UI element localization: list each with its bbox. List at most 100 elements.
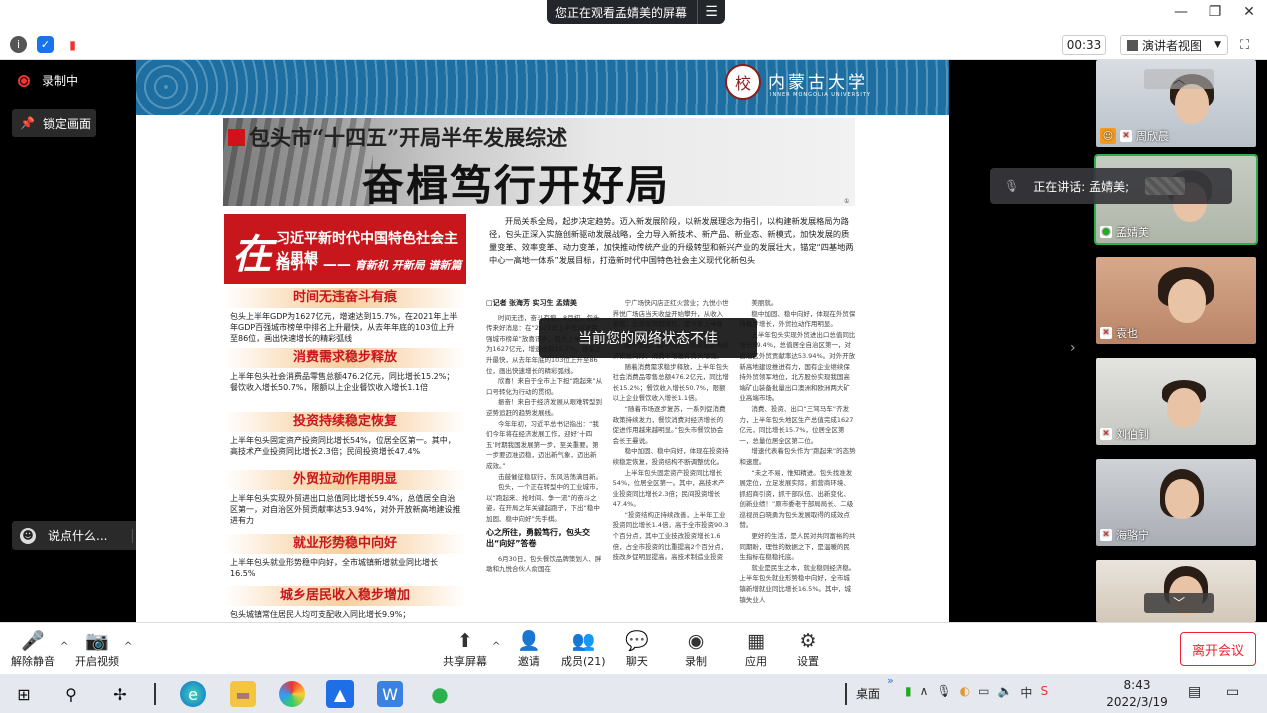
mic-tray-icon[interactable]: 🎙 <box>936 684 951 701</box>
byline: □记者 张海芳 实习生 孟婧美 <box>486 299 577 307</box>
scroll-up-button[interactable]: ︿ <box>1144 69 1214 89</box>
wechat-icon[interactable]: ● <box>427 681 453 707</box>
invite-button[interactable]: 👤 邀请 <box>517 629 541 669</box>
record-icon: ◉ <box>687 630 705 652</box>
participant-face <box>1168 279 1206 323</box>
windows-start-icon[interactable]: ⊞ <box>11 681 37 707</box>
ime-indicator[interactable]: 中 <box>1020 684 1032 701</box>
paragraph: “随着市场逐步复苏，一系列促消费政策持续发力，餐饮消费对经济增长的促进作用越来越… <box>612 404 726 445</box>
speaking-blur <box>1145 177 1186 195</box>
start-video-button[interactable]: 📷 开启视频 <box>75 629 119 669</box>
scroll-down-button[interactable]: ﹀ <box>1144 593 1214 613</box>
recording-indicator[interactable]: 录制中 <box>18 72 78 89</box>
paragraph: 就业是民生之本，就业稳则经济稳。上半年包头就业形势稳中向好，全市城镇新增就业同比… <box>739 563 856 604</box>
meeting-top-toolbar: i ✓ ▮ 00:33 演讲者视图 ▼ ⛶ <box>0 30 1267 60</box>
volume-icon[interactable]: 🔈 <box>997 684 1012 701</box>
wps-writer-icon[interactable]: W <box>377 681 403 707</box>
participant-tile[interactable]: ✕ 刘伯钊 <box>1096 358 1256 445</box>
minimize-icon[interactable]: — <box>1173 4 1189 20</box>
meeting-app-icon[interactable]: ▲ <box>326 680 354 708</box>
section-body: 包头城镇常住居民人均可支配收入同比增长9.9%； <box>230 610 411 619</box>
participant-tile[interactable]: ✕ 袁也 <box>1096 257 1256 344</box>
speaker-view-button[interactable]: 演讲者视图 ▼ <box>1120 35 1228 55</box>
mic-muted-icon: ✕ <box>1100 327 1112 339</box>
leave-meeting-button[interactable]: 离开会议 <box>1180 632 1256 666</box>
collapse-panel-icon[interactable]: › <box>1070 340 1076 356</box>
record-button[interactable]: ◉ 录制 <box>685 629 707 669</box>
input-method-icon[interactable]: S <box>1040 684 1048 701</box>
section-title: 消费需求稳步释放 <box>224 348 466 368</box>
unmute-button[interactable]: 🎤 解除静音 <box>11 629 55 669</box>
chat-button[interactable]: 💬 聊天 <box>625 629 649 669</box>
battery-icon[interactable]: ▮ <box>905 684 912 701</box>
settings-button[interactable]: ⚙ 设置 <box>797 629 819 669</box>
tray-more-icon[interactable]: » <box>887 674 894 687</box>
share-options-caret[interactable]: ^ <box>492 641 500 652</box>
security-tray-icon[interactable]: ◐ <box>960 684 970 701</box>
fan-app-icon[interactable]: ✢ <box>107 681 133 707</box>
article-subtitle-text: 包头市“十四五”开局半年发展综述 <box>249 125 568 150</box>
chevron-up-icon[interactable]: ∧ <box>920 684 929 701</box>
paragraph: 更好的生活，是人民对共同富裕的共同期盼，理性的数据之下，是温暖的民生指标在稳稳托… <box>739 532 856 562</box>
file-explorer-icon[interactable]: ▬ <box>230 681 256 707</box>
red-square-icon <box>228 128 245 146</box>
notes-icon[interactable]: ▤ <box>1188 684 1201 700</box>
paragraph: 今年年初，习近平总书记指出：“我们今年将在经济发展工作，迎好‘十四五’时期我国发… <box>486 419 599 470</box>
invite-label: 邀请 <box>517 655 540 668</box>
participant-name-tag: ✕ 刘伯钊 <box>1100 426 1149 442</box>
restore-icon[interactable]: ❐ <box>1207 4 1223 20</box>
info-icon[interactable]: i <box>10 36 27 53</box>
window-controls: — ❐ ✕ <box>1173 4 1257 20</box>
lock-screen-button[interactable]: 📌 锁定画面 <box>12 109 96 137</box>
power-icon[interactable]: ▭ <box>978 684 989 701</box>
apps-button[interactable]: ▦ 应用 <box>745 629 767 669</box>
share-screen-button[interactable]: ⬆ 共享屏幕 <box>443 629 487 669</box>
emoji-icon[interactable]: ☻ <box>20 527 36 544</box>
video-options-caret[interactable]: ^ <box>124 641 132 652</box>
screen-share-text: 您正在观看孟婧美的屏幕 <box>555 5 688 20</box>
clock-date: 2022/3/19 <box>1106 695 1168 709</box>
notification-icon[interactable]: ▭ <box>1226 684 1239 700</box>
taskbar-separator <box>154 683 156 705</box>
screen-share-pill[interactable]: 您正在观看孟婧美的屏幕 ☰ <box>547 0 726 24</box>
speaking-label: 正在讲话: 孟婧美; <box>1033 179 1130 194</box>
share-menu-icon[interactable]: ☰ <box>697 0 725 24</box>
members-button[interactable]: 👥 成员(21) <box>561 629 606 669</box>
close-icon[interactable]: ✕ <box>1241 4 1257 20</box>
shield-icon[interactable]: ✓ <box>37 36 54 53</box>
stats-column: 时间无违奋斗有痕 包头上半年GDP为1627亿元，增速达到15.7%，在2021… <box>224 284 466 622</box>
lock-screen-label: 锁定画面 <box>42 116 91 131</box>
desktop-toolbar-label[interactable]: 桌面 <box>856 685 880 702</box>
slogan-line2-slogan: 育新机 开新局 谱新篇 <box>354 259 462 272</box>
audio-options-caret[interactable]: ^ <box>60 641 68 652</box>
say-something-box[interactable]: ☻ 说点什么... ‹ <box>12 521 152 550</box>
paragraph: 消费、投资、出口“三驾马车”齐发力，上半年包头地区生产总值完成1627亿元，同比… <box>739 404 854 445</box>
apps-icon: ▦ <box>747 630 765 652</box>
fullscreen-icon[interactable]: ⛶ <box>1240 38 1249 53</box>
section-body: 上半年包头固定资产投资同比增长54%，位居全区第一。其中，高技术产业投资同比增长… <box>230 436 456 456</box>
paragraph: “未之不易，惟知精进。包头找准发展定位，立足发展实际，抓营商环境、抓招商引资，抓… <box>739 468 854 530</box>
windows-taskbar: ⊞ ⚲ ✢ e ▬ ▲ W ● 桌面 » ▮ ∧ 🎙 ◐ ▭ 🔈 中 S 8:4… <box>0 674 1267 713</box>
mic-on-icon: ● <box>1100 226 1112 238</box>
paragraph: “投资结构正持续改善，上半年工业投资同比增长1.4倍，高于全市投资90.3个百分… <box>612 510 729 562</box>
signal-icon[interactable]: ▮ <box>64 36 81 53</box>
page-marker: ① <box>844 198 850 205</box>
avatar: ☺ <box>1100 128 1116 144</box>
system-clock[interactable]: 8:43 2022/3/19 <box>1102 677 1172 711</box>
view-layout-icon <box>1127 39 1138 51</box>
edge-browser-icon[interactable]: e <box>180 681 206 707</box>
participant-list: ☺ ✕ 周欣晨 ● 孟婧美 ✕ 袁也 ✕ 刘伯钊 ✕ 海骆宁 <box>1087 60 1267 622</box>
chrome-browser-icon[interactable] <box>279 681 305 707</box>
start-video-label: 开启视频 <box>75 655 119 668</box>
section-title: 外贸拉动作用明显 <box>224 470 466 490</box>
search-icon[interactable]: ⚲ <box>58 681 84 707</box>
section-title: 时间无违奋斗有痕 <box>224 288 466 308</box>
chat-label: 聊天 <box>625 655 648 668</box>
participant-face <box>1167 388 1201 428</box>
participant-name: 刘伯钊 <box>1116 428 1149 441</box>
slogan-box: 在 习近平新时代中国特色社会主义思想 指引下 —— 育新机 开新局 谱新篇 <box>224 214 466 284</box>
paragraph: 包头，一个正在转型中的工业城市，以“跑起来、抢时间、争一流”的奋斗之姿，在开局之… <box>486 483 602 523</box>
section-title: 城乡居民收入稳步增加 <box>224 586 466 606</box>
article-headline: 奋楫笃行开好局 <box>362 161 671 210</box>
participant-tile[interactable]: ✕ 海骆宁 <box>1096 459 1256 546</box>
